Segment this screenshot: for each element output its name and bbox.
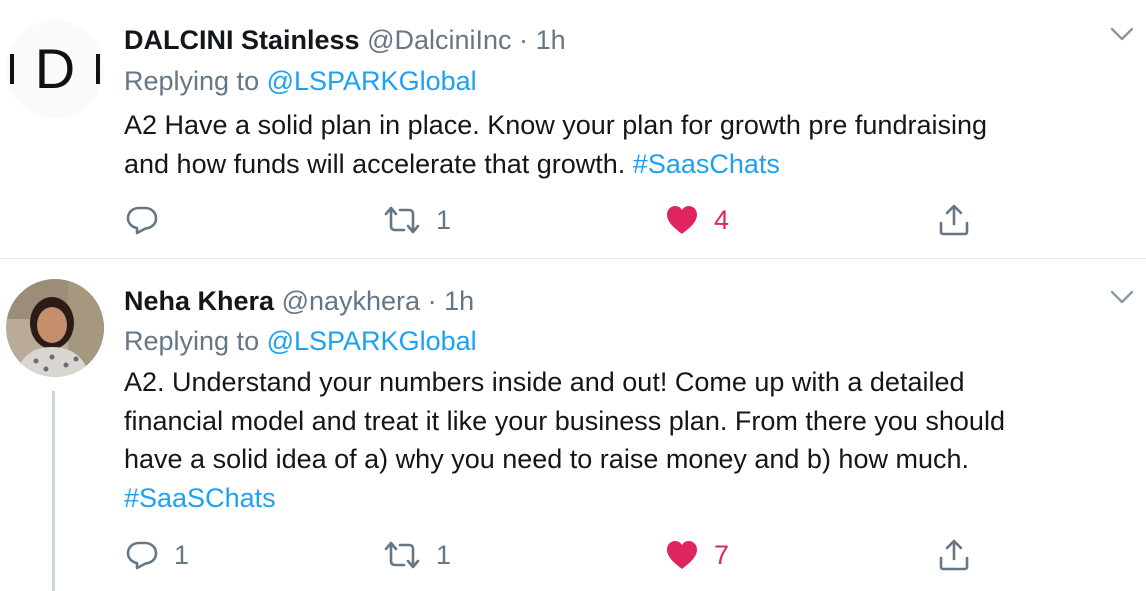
separator-dot: · xyxy=(427,286,437,316)
replying-to: Replying to @LSPARKGlobal xyxy=(124,324,477,358)
reply-button[interactable] xyxy=(124,200,174,240)
heart-icon xyxy=(667,541,697,569)
separator-dot: · xyxy=(519,25,529,55)
reply-icon xyxy=(126,206,158,235)
reply-count: 1 xyxy=(174,539,190,570)
tweet-text-line: and how funds will accelerate that growt… xyxy=(124,145,1124,184)
like-count: 4 xyxy=(714,204,730,235)
display-name[interactable]: Neha Khera xyxy=(124,286,274,316)
replying-to: Replying to @LSPARKGlobal xyxy=(124,64,477,98)
tweet-header: Neha Khera @naykhera · 1h xyxy=(124,285,474,317)
retweet-icon xyxy=(384,206,420,234)
chevron-down-icon[interactable] xyxy=(1108,22,1136,46)
replying-to-label: Replying to xyxy=(124,66,260,96)
tweet-text-line: A2. Understand your numbers inside and o… xyxy=(124,367,965,397)
tweet[interactable]: Neha Khera @naykhera · 1h Replying to @L… xyxy=(0,259,1146,591)
user-handle[interactable]: @DalciniInc xyxy=(367,25,511,55)
retweet-button[interactable]: 1 xyxy=(382,200,451,240)
avatar-letter: D xyxy=(35,37,75,100)
retweet-button[interactable]: 1 xyxy=(382,535,451,575)
hashtag-link[interactable]: #SaaSChats xyxy=(124,479,1124,518)
retweet-count: 1 xyxy=(436,539,452,570)
tweet-text-line: A2 Have a solid plan in place. Know your… xyxy=(124,110,987,140)
share-icon xyxy=(939,204,969,236)
share-icon xyxy=(939,539,969,571)
avatar[interactable]: D xyxy=(6,20,104,118)
replying-to-label: Replying to xyxy=(124,326,260,356)
retweet-count: 1 xyxy=(436,204,452,235)
user-handle[interactable]: @naykhera xyxy=(282,286,420,316)
reply-icon xyxy=(126,541,158,570)
tweet-text-fragment: and how funds will accelerate that growt… xyxy=(124,148,626,179)
display-name[interactable]: DALCINI Stainless xyxy=(124,25,360,55)
like-count: 7 xyxy=(714,539,730,570)
thread-line xyxy=(52,391,55,591)
timestamp[interactable]: 1h xyxy=(536,25,566,55)
heart-icon xyxy=(667,206,697,234)
share-button[interactable] xyxy=(936,535,972,575)
tweet-text: A2. Understand your numbers inside and o… xyxy=(124,363,1124,517)
share-button[interactable] xyxy=(936,200,972,240)
avatar[interactable] xyxy=(6,279,104,377)
timestamp[interactable]: 1h xyxy=(444,286,474,316)
like-button[interactable]: 7 xyxy=(664,535,729,575)
tweet-actions: 1 1 7 xyxy=(124,535,984,575)
like-button[interactable]: 4 xyxy=(664,200,729,240)
chevron-down-icon[interactable] xyxy=(1108,285,1136,309)
tweet-text-line: financial model and treat it like your b… xyxy=(124,405,1005,436)
tweet-text-line: have a solid idea of a) why you need to … xyxy=(124,444,969,474)
tweet-header: DALCINI Stainless @DalciniInc · 1h xyxy=(124,24,566,56)
reply-button[interactable]: 1 xyxy=(124,535,189,575)
replying-to-link[interactable]: @LSPARKGlobal xyxy=(267,326,477,356)
tweet[interactable]: D DALCINI Stainless @DalciniInc · 1h Rep… xyxy=(0,0,1146,259)
hashtag-link[interactable]: #SaasChats xyxy=(633,149,780,179)
retweet-icon xyxy=(384,541,420,569)
tweet-actions: 1 4 xyxy=(124,200,984,240)
tweet-text: A2 Have a solid plan in place. Know your… xyxy=(124,106,1124,183)
replying-to-link[interactable]: @LSPARKGlobal xyxy=(267,66,477,96)
